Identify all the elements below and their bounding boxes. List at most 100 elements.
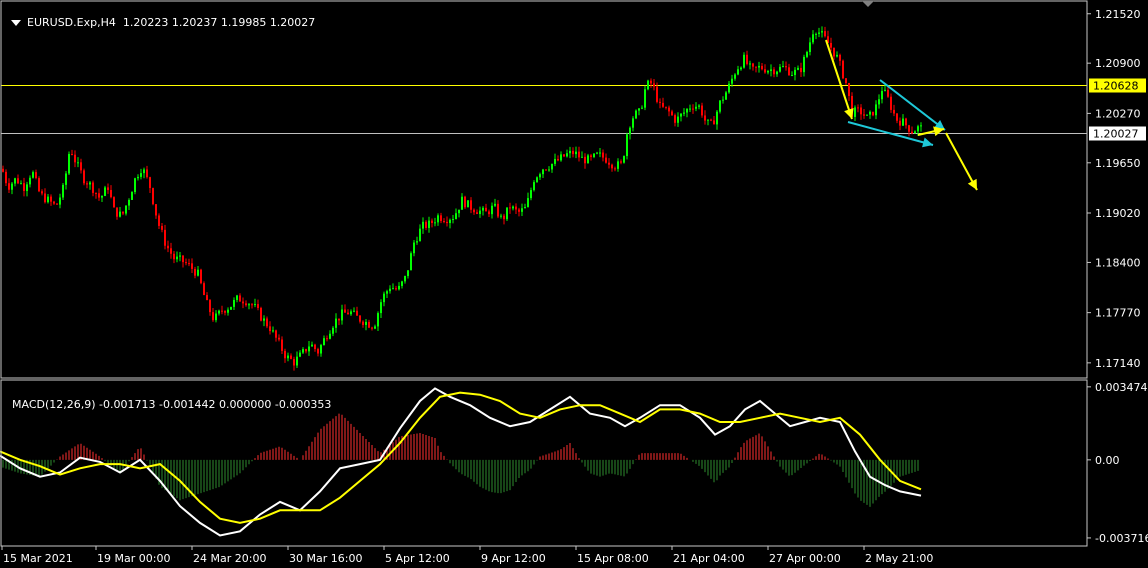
- bull-candle[interactable]: [803, 56, 805, 73]
- bull-candle[interactable]: [917, 126, 919, 132]
- bull-candle[interactable]: [452, 218, 454, 220]
- bull-candle[interactable]: [62, 184, 64, 198]
- bear-candle[interactable]: [212, 312, 214, 321]
- bull-candle[interactable]: [404, 276, 406, 282]
- bear-candle[interactable]: [557, 158, 559, 161]
- bull-candle[interactable]: [455, 213, 457, 219]
- bear-candle[interactable]: [611, 164, 613, 169]
- bull-candle[interactable]: [299, 352, 301, 357]
- bull-candle[interactable]: [101, 195, 103, 198]
- bear-candle[interactable]: [191, 263, 193, 269]
- bull-candle[interactable]: [593, 153, 595, 157]
- bear-candle[interactable]: [8, 183, 10, 190]
- bear-candle[interactable]: [833, 47, 835, 57]
- bear-candle[interactable]: [17, 178, 19, 184]
- bear-candle[interactable]: [515, 206, 517, 210]
- bear-candle[interactable]: [620, 161, 622, 163]
- bull-candle[interactable]: [599, 152, 601, 154]
- bear-candle[interactable]: [326, 338, 328, 340]
- bull-candle[interactable]: [743, 54, 745, 68]
- bear-candle[interactable]: [188, 263, 190, 265]
- bear-candle[interactable]: [665, 106, 667, 108]
- bull-candle[interactable]: [26, 184, 28, 192]
- bull-candle[interactable]: [11, 183, 13, 190]
- bear-candle[interactable]: [290, 355, 292, 359]
- bull-candle[interactable]: [296, 356, 298, 366]
- bull-candle[interactable]: [737, 69, 739, 75]
- bull-candle[interactable]: [479, 210, 481, 215]
- bull-candle[interactable]: [398, 285, 400, 290]
- bull-candle[interactable]: [869, 111, 871, 115]
- bull-candle[interactable]: [530, 190, 532, 199]
- bear-candle[interactable]: [563, 154, 565, 157]
- bear-candle[interactable]: [857, 107, 859, 109]
- bear-candle[interactable]: [167, 245, 169, 249]
- bull-candle[interactable]: [377, 313, 379, 327]
- bear-candle[interactable]: [692, 108, 694, 110]
- bear-candle[interactable]: [653, 83, 655, 87]
- bull-candle[interactable]: [449, 219, 451, 224]
- bear-candle[interactable]: [113, 197, 115, 208]
- bull-candle[interactable]: [881, 90, 883, 100]
- bull-candle[interactable]: [716, 111, 718, 125]
- bull-candle[interactable]: [644, 89, 646, 108]
- triangle-down-icon[interactable]: [11, 20, 21, 26]
- bull-candle[interactable]: [524, 207, 526, 209]
- bear-candle[interactable]: [281, 339, 283, 351]
- bear-candle[interactable]: [164, 229, 166, 246]
- bear-candle[interactable]: [584, 156, 586, 164]
- bull-candle[interactable]: [227, 309, 229, 313]
- bull-candle[interactable]: [536, 177, 538, 183]
- bull-candle[interactable]: [218, 310, 220, 314]
- bear-candle[interactable]: [371, 327, 373, 329]
- bull-candle[interactable]: [482, 207, 484, 211]
- bear-candle[interactable]: [2, 168, 4, 172]
- bear-candle[interactable]: [98, 193, 100, 198]
- bull-candle[interactable]: [626, 134, 628, 157]
- bull-candle[interactable]: [413, 242, 415, 254]
- bull-candle[interactable]: [722, 99, 724, 101]
- bull-candle[interactable]: [776, 71, 778, 75]
- bull-candle[interactable]: [728, 83, 730, 93]
- bear-candle[interactable]: [572, 150, 574, 155]
- bull-candle[interactable]: [65, 173, 67, 185]
- bear-candle[interactable]: [473, 209, 475, 213]
- bear-candle[interactable]: [23, 183, 25, 192]
- bear-candle[interactable]: [86, 183, 88, 185]
- bear-candle[interactable]: [170, 248, 172, 254]
- bull-candle[interactable]: [878, 99, 880, 105]
- bull-candle[interactable]: [914, 131, 916, 134]
- bear-candle[interactable]: [872, 111, 874, 116]
- bear-candle[interactable]: [239, 295, 241, 302]
- bull-candle[interactable]: [539, 174, 541, 178]
- bull-candle[interactable]: [566, 153, 568, 157]
- bear-candle[interactable]: [56, 203, 58, 205]
- bear-candle[interactable]: [257, 304, 259, 308]
- bull-candle[interactable]: [128, 199, 130, 206]
- bear-candle[interactable]: [347, 312, 349, 315]
- bear-candle[interactable]: [650, 80, 652, 84]
- bear-candle[interactable]: [443, 221, 445, 223]
- bull-candle[interactable]: [380, 302, 382, 314]
- price-panel[interactable]: [1, 26, 1087, 371]
- bear-candle[interactable]: [746, 54, 748, 64]
- bear-candle[interactable]: [110, 190, 112, 198]
- bull-candle[interactable]: [401, 281, 403, 286]
- bull-candle[interactable]: [719, 100, 721, 112]
- bull-candle[interactable]: [437, 215, 439, 223]
- bull-candle[interactable]: [323, 338, 325, 346]
- bull-candle[interactable]: [596, 152, 598, 154]
- bull-candle[interactable]: [134, 178, 136, 193]
- bear-candle[interactable]: [764, 69, 766, 73]
- bear-candle[interactable]: [266, 318, 268, 327]
- bear-candle[interactable]: [242, 301, 244, 304]
- bear-candle[interactable]: [275, 330, 277, 338]
- bear-candle[interactable]: [50, 196, 52, 202]
- bull-candle[interactable]: [575, 151, 577, 155]
- bear-candle[interactable]: [359, 315, 361, 322]
- bear-candle[interactable]: [608, 162, 610, 165]
- bull-candle[interactable]: [731, 78, 733, 84]
- bull-candle[interactable]: [506, 207, 508, 220]
- bear-candle[interactable]: [671, 111, 673, 116]
- bull-candle[interactable]: [365, 321, 367, 325]
